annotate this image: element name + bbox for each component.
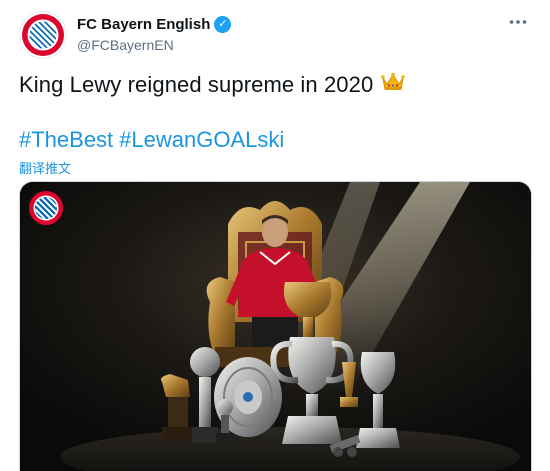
crown-emoji-icon [381, 72, 406, 98]
tweet-text-content: King Lewy reigned supreme in 2020 [19, 72, 374, 97]
verified-badge-icon: ✓ [214, 16, 232, 33]
bayern-media-logo-icon [29, 191, 63, 225]
translate-tweet-link[interactable]: 翻译推文 [19, 158, 71, 177]
hashtag-thebest[interactable]: #TheBest [19, 127, 113, 153]
more-horizontal-icon [509, 20, 527, 24]
tweet-card: FC Bayern English ✓ @FCBayernEN King Lew… [0, 0, 550, 471]
display-name-text[interactable]: FC Bayern English [77, 16, 210, 33]
hashtag-lewangoalski[interactable]: #LewanGOALski [119, 127, 284, 153]
bayern-logo-icon [22, 14, 64, 56]
display-name[interactable]: FC Bayern English ✓ [77, 16, 232, 33]
trophies-throne-illustration [20, 182, 531, 471]
tweet-text: King Lewy reigned supreme in 2020 [19, 72, 406, 98]
hashtags: #TheBest #LewanGOALski [19, 127, 284, 153]
tweet-media-image[interactable] [19, 181, 532, 471]
user-handle[interactable]: @FCBayernEN [77, 37, 174, 53]
avatar[interactable] [19, 11, 67, 59]
more-options-icon[interactable] [506, 10, 530, 34]
